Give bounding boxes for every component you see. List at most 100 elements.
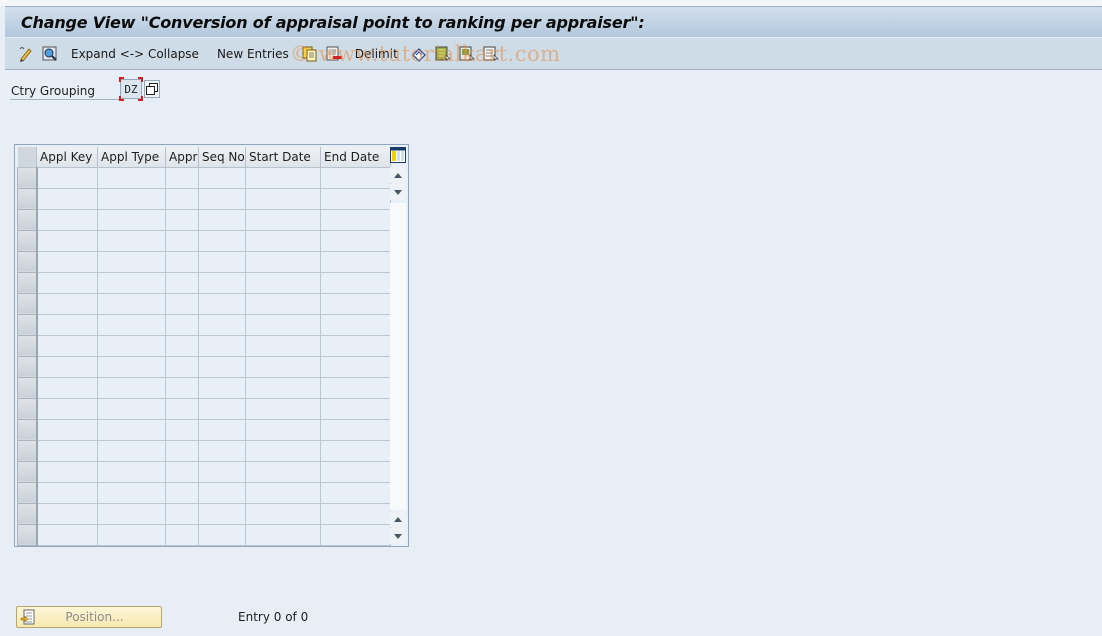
table-cell[interactable] [165,461,199,483]
table-cell[interactable] [97,440,166,462]
table-cell[interactable] [97,230,166,252]
table-cell[interactable] [245,251,321,273]
row-selector[interactable] [17,523,38,546]
table-cell[interactable] [165,335,199,357]
table-cell[interactable] [36,272,98,294]
table-cell[interactable] [198,230,246,252]
row-selector[interactable] [17,376,38,399]
table-cell[interactable] [245,314,321,336]
table-cell[interactable] [165,440,199,462]
delimit-button[interactable]: Delimit [355,47,398,61]
table-cell[interactable] [36,524,98,546]
row-selector[interactable] [17,313,38,336]
table-cell[interactable] [165,503,199,525]
vertical-scrollbar[interactable] [390,167,406,544]
select-all-rows-button[interactable] [17,147,37,168]
ctry-grouping-value[interactable]: DZ [119,77,143,101]
table-cell[interactable] [320,461,391,483]
table-cell[interactable] [36,419,98,441]
table-cell[interactable] [245,167,321,189]
table-cell[interactable] [245,230,321,252]
table-cell[interactable] [198,461,246,483]
table-cell[interactable] [245,356,321,378]
select-all-icon[interactable] [434,45,452,63]
table-cell[interactable] [36,461,98,483]
copy-as-icon[interactable] [301,45,319,63]
table-cell[interactable] [36,188,98,210]
table-cell[interactable] [245,293,321,315]
table-cell[interactable] [245,482,321,504]
table-cell[interactable] [198,524,246,546]
column-header-seq-no[interactable]: Seq No [198,147,246,168]
row-selector[interactable] [17,208,38,231]
table-cell[interactable] [97,398,166,420]
scroll-track[interactable] [390,203,406,510]
table-cell[interactable] [165,272,199,294]
row-selector[interactable] [17,250,38,273]
table-cell[interactable] [97,419,166,441]
column-header-appr[interactable]: Appr [165,147,199,168]
table-cell[interactable] [165,230,199,252]
table-cell[interactable] [320,377,391,399]
scroll-up-button[interactable] [390,511,406,527]
table-cell[interactable] [320,209,391,231]
table-cell[interactable] [165,356,199,378]
table-cell[interactable] [36,503,98,525]
table-cell[interactable] [165,419,199,441]
table-cell[interactable] [36,335,98,357]
table-cell[interactable] [245,524,321,546]
table-cell[interactable] [165,293,199,315]
table-cell[interactable] [198,209,246,231]
row-selector[interactable] [17,418,38,441]
row-selector[interactable] [17,439,38,462]
table-cell[interactable] [198,377,246,399]
table-cell[interactable] [97,503,166,525]
row-selector[interactable] [17,397,38,420]
column-settings-icon[interactable] [390,147,406,163]
table-cell[interactable] [36,377,98,399]
table-cell[interactable] [36,293,98,315]
scroll-down-button[interactable] [390,528,406,544]
table-cell[interactable] [165,188,199,210]
table-cell[interactable] [198,440,246,462]
table-cell[interactable] [165,398,199,420]
select-block-icon[interactable] [458,45,476,63]
table-cell[interactable] [97,209,166,231]
table-cell[interactable] [97,272,166,294]
table-cell[interactable] [36,251,98,273]
table-cell[interactable] [97,314,166,336]
row-selector[interactable] [17,460,38,483]
table-cell[interactable] [97,188,166,210]
table-cell[interactable] [97,356,166,378]
position-button[interactable]: Position... [16,606,162,628]
table-cell[interactable] [320,503,391,525]
table-cell[interactable] [165,377,199,399]
row-selector[interactable] [17,355,38,378]
table-cell[interactable] [198,167,246,189]
table-cell[interactable] [245,209,321,231]
row-selector[interactable] [17,292,38,315]
copy-value-button[interactable] [144,80,160,98]
display-change-icon[interactable] [17,45,35,63]
table-cell[interactable] [320,230,391,252]
table-cell[interactable] [320,482,391,504]
scroll-page-up-button[interactable] [390,167,406,183]
table-cell[interactable] [320,524,391,546]
column-header-start-date[interactable]: Start Date [245,147,321,168]
table-cell[interactable] [245,503,321,525]
table-cell[interactable] [97,167,166,189]
undo-change-icon[interactable] [410,45,428,63]
table-cell[interactable] [245,419,321,441]
table-cell[interactable] [97,251,166,273]
table-cell[interactable] [97,335,166,357]
table-cell[interactable] [97,482,166,504]
table-cell[interactable] [198,335,246,357]
table-cell[interactable] [245,377,321,399]
column-header-appl-key[interactable]: Appl Key [36,147,98,168]
table-cell[interactable] [36,356,98,378]
row-selector[interactable] [17,166,38,189]
table-cell[interactable] [36,167,98,189]
scroll-page-down-button[interactable] [390,184,406,200]
table-cell[interactable] [198,419,246,441]
table-cell[interactable] [245,188,321,210]
